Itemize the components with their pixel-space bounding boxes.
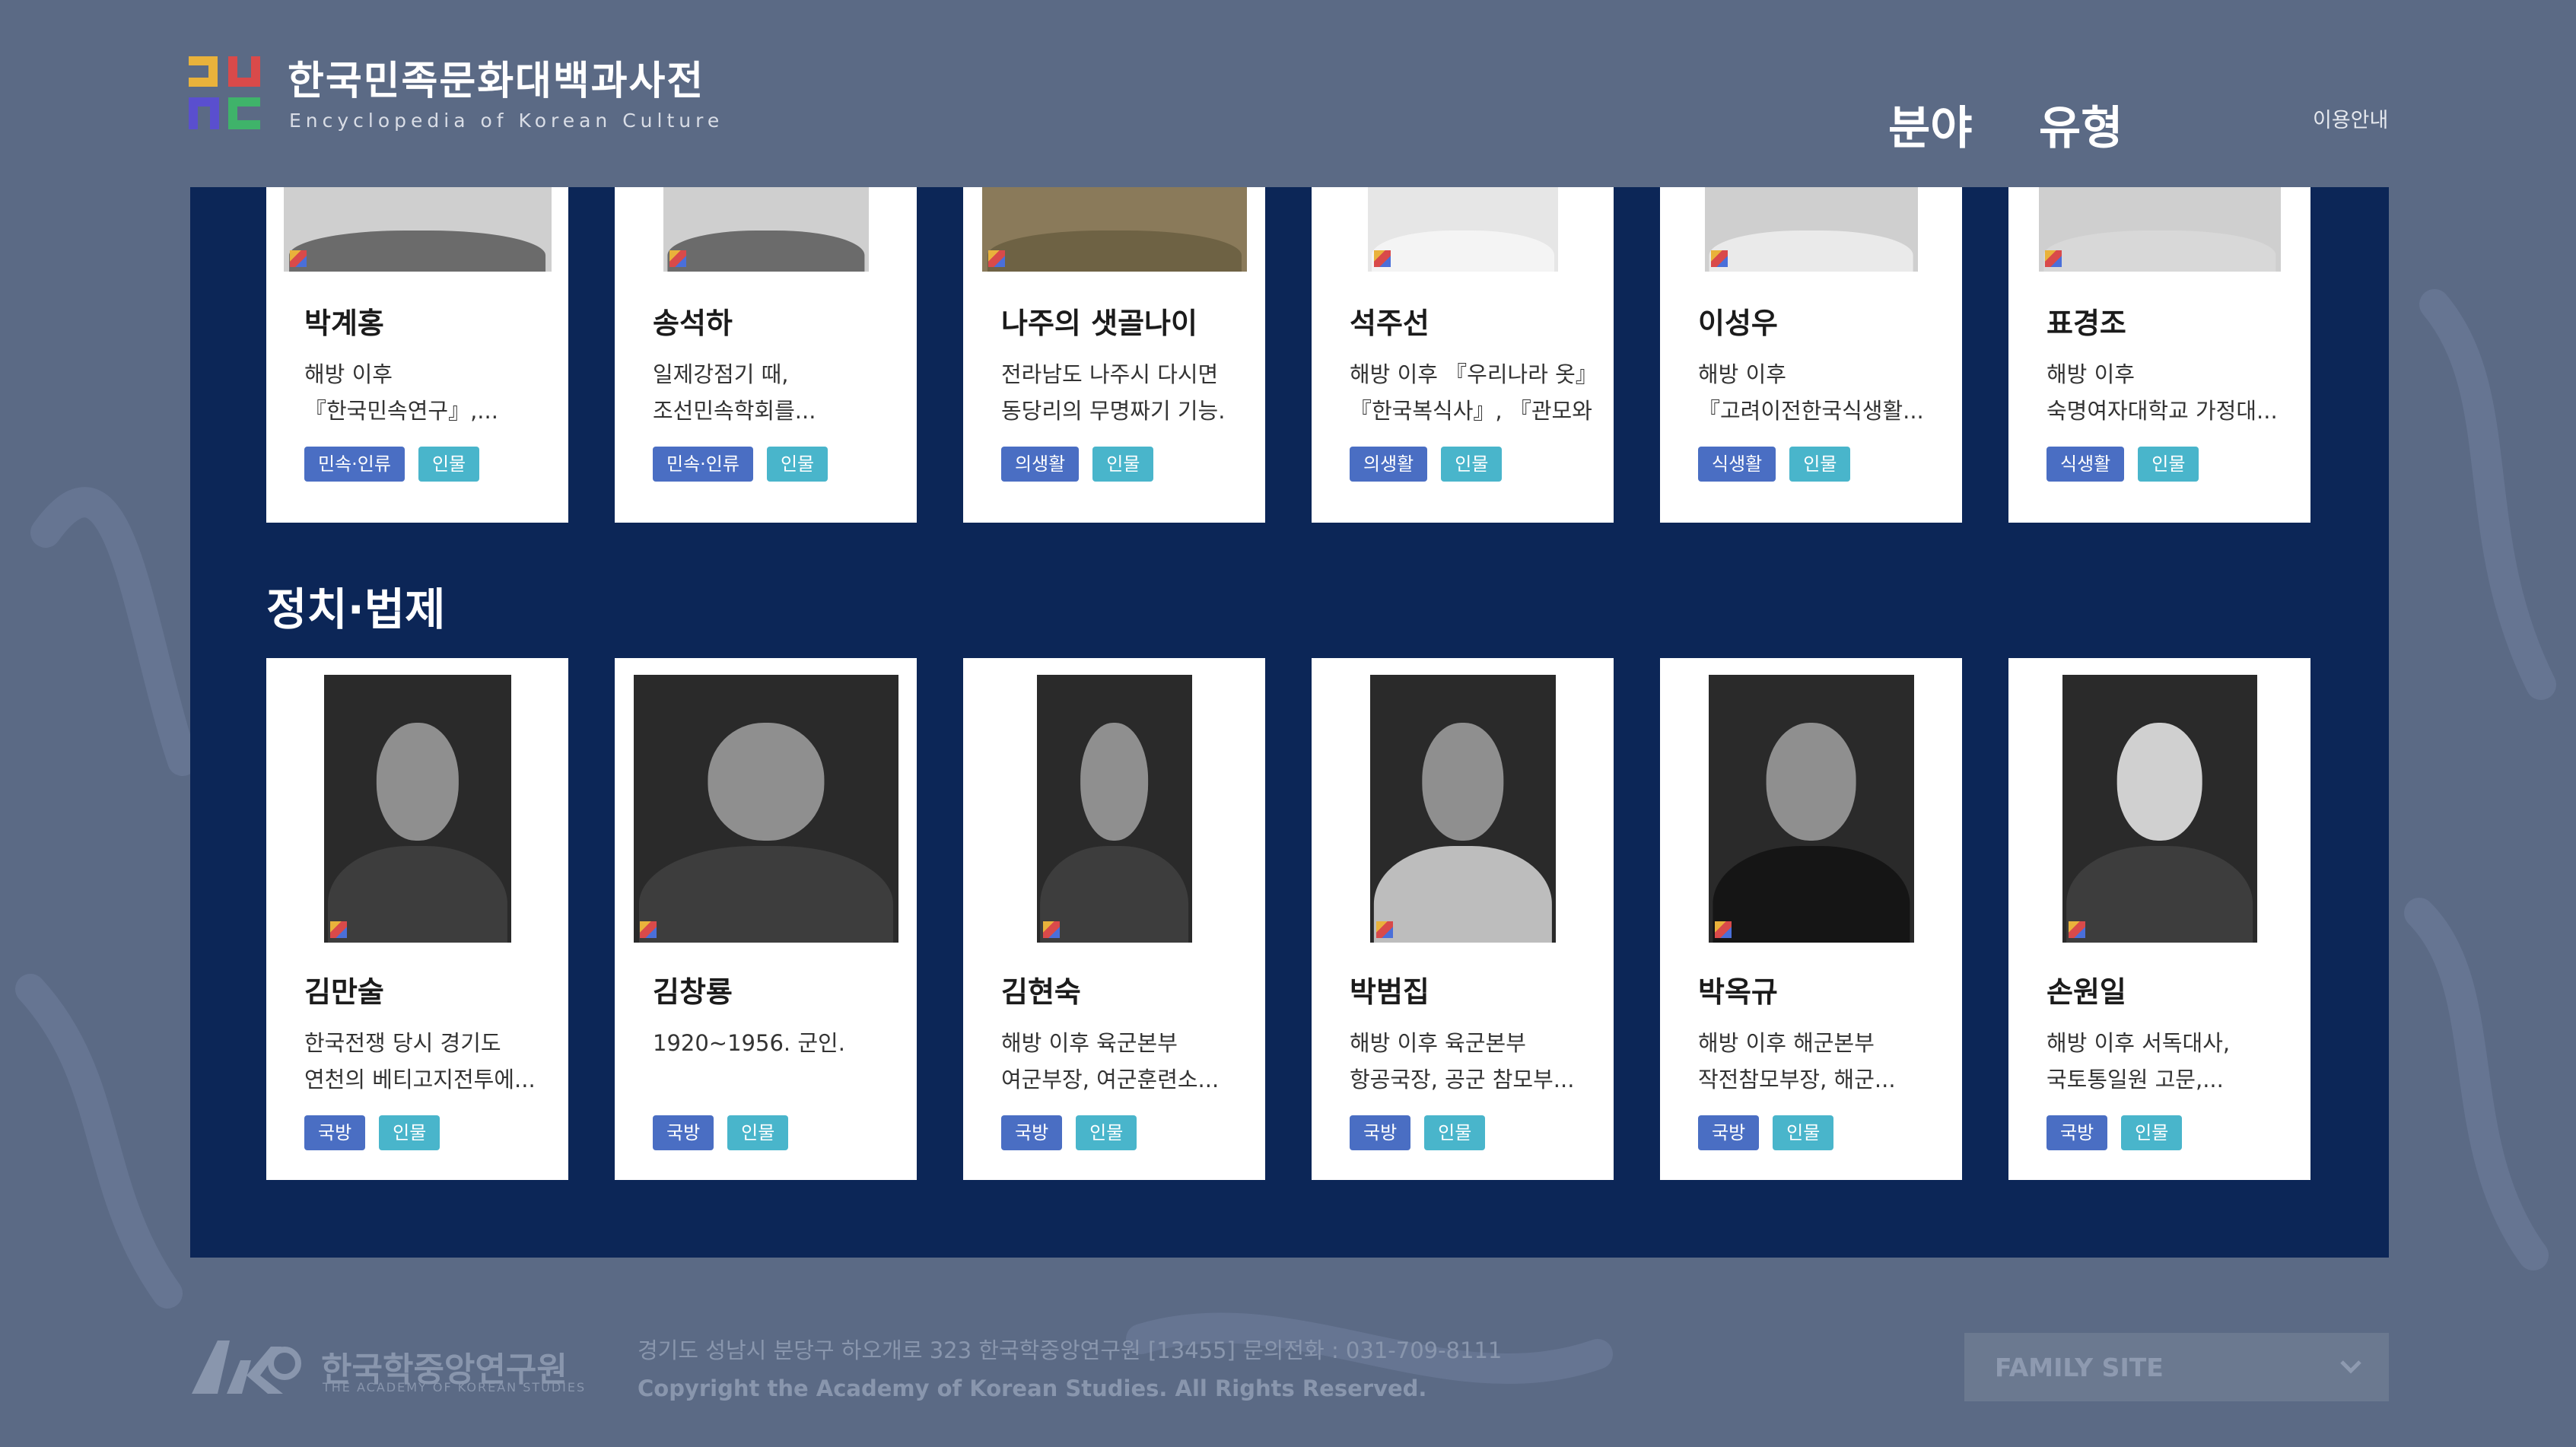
person-photo	[633, 675, 898, 943]
tag-type[interactable]: 인물	[1441, 447, 1503, 482]
site-logo-icon[interactable]	[187, 55, 263, 131]
tag-type[interactable]: 인물	[2121, 1115, 2183, 1150]
card-desc: 해방 이후 『우리나라 옷』, 『한국복식사』, 『관모와...	[1350, 361, 1593, 424]
card-desc: 해방 이후 서독대사, 국토통일원 고문,...	[2046, 1030, 2231, 1092]
site-subtitle: Encyclopedia of Korean Culture	[289, 110, 724, 132]
person-card[interactable]: 박계홍 해방 이후 『한국민속연구』,... 민속·인류 인물	[266, 187, 568, 523]
person-card[interactable]: 나주의 샛골나이 전라남도 나주시 다시면 동당리의 무명짜기 기능. 의생활 인물	[963, 187, 1265, 523]
tag-field[interactable]: 국방	[1350, 1115, 1411, 1150]
card-desc: 1920~1956. 군인.	[653, 1030, 845, 1056]
chevron-down-icon	[2340, 1360, 2361, 1374]
card-name: 송석하	[653, 307, 733, 340]
tag-type[interactable]: 인물	[418, 447, 480, 482]
person-photo	[1704, 187, 1918, 272]
person-card[interactable]: 송석하 일제강점기 때, 조선민속학회를... 민속·인류 인물	[615, 187, 917, 523]
card-name: 석주선	[1350, 307, 1430, 340]
card-desc: 전라남도 나주시 다시면 동당리의 무명짜기 기능.	[1001, 361, 1226, 424]
footer-copyright: Copyright the Academy of Korean Studies.…	[638, 1375, 1427, 1401]
content-panel: 박계홍 해방 이후 『한국민속연구』,... 민속·인류 인물 송석하 일제강점기 …	[190, 187, 2389, 1258]
tag-type[interactable]: 인물	[1424, 1115, 1486, 1150]
tag-type[interactable]: 인물	[1092, 447, 1154, 482]
person-card[interactable]: 석주선 해방 이후 『우리나라 옷』, 『한국복식사』, 『관모와... 의생활 인…	[1312, 187, 1614, 523]
person-photo	[1036, 675, 1192, 943]
tag-field[interactable]: 국방	[1698, 1115, 1760, 1150]
nav-field[interactable]: 분야	[1888, 91, 1972, 157]
card-name: 나주의 샛골나이	[1001, 307, 1197, 340]
card-name: 김만술	[304, 975, 384, 1009]
card-desc: 해방 이후 육군본부 여군부장, 여군훈련소...	[1001, 1030, 1220, 1092]
tag-type[interactable]: 인물	[1773, 1115, 1834, 1150]
nav-help-link[interactable]: 이용안내	[2313, 103, 2388, 133]
card-name: 박범집	[1350, 975, 1430, 1009]
footer-phone: 문의전화 : 031-709-8111	[1243, 1337, 1503, 1363]
tag-field[interactable]: 식생활	[1698, 447, 1776, 482]
card-desc: 해방 이후 육군본부 항공국장, 공군 참모부...	[1350, 1030, 1575, 1092]
card-name: 박옥규	[1698, 975, 1778, 1009]
person-photo	[1708, 675, 1914, 943]
tag-field[interactable]: 의생활	[1350, 447, 1428, 482]
tag-field[interactable]: 민속·인류	[304, 447, 405, 482]
card-desc: 해방 이후 숙명여자대학교 가정대...	[2046, 361, 2278, 424]
card-name: 표경조	[2046, 307, 2126, 340]
site-title[interactable]: 한국민족문화대백과사전	[288, 49, 704, 106]
org-name-en: THE ACADEMY OF KOREAN STUDIES	[323, 1380, 587, 1395]
site-header: 한국민족문화대백과사전 Encyclopedia of Korean Cultu…	[0, 0, 2576, 187]
card-desc: 한국전쟁 당시 경기도 연천의 베티고지전투에...	[304, 1030, 536, 1092]
tag-type[interactable]: 인물	[1789, 447, 1851, 482]
tag-field[interactable]: 국방	[2046, 1115, 2108, 1150]
card-desc: 일제강점기 때, 조선민속학회를...	[653, 361, 816, 424]
family-site-label: FAMILY SITE	[1995, 1353, 2164, 1382]
card-name: 박계홍	[304, 307, 384, 340]
person-photo	[663, 187, 869, 272]
tag-type[interactable]: 인물	[2138, 447, 2199, 482]
card-name: 김창룡	[653, 975, 733, 1009]
section-title: 정치·법제	[266, 584, 446, 635]
tag-field[interactable]: 식생활	[2046, 447, 2125, 482]
person-photo	[283, 187, 552, 272]
card-name: 김현숙	[1001, 975, 1081, 1009]
person-card[interactable]: 김현숙 해방 이후 육군본부 여군부장, 여군훈련소... 국방 인물	[963, 658, 1265, 1180]
card-name: 손원일	[2046, 975, 2126, 1009]
person-card[interactable]: 김창룡 1920~1956. 군인. 국방 인물	[615, 658, 917, 1180]
person-card[interactable]: 박범집 해방 이후 육군본부 항공국장, 공군 참모부... 국방 인물	[1312, 658, 1614, 1180]
tag-type[interactable]: 인물	[1076, 1115, 1137, 1150]
person-card[interactable]: 박옥규 해방 이후 해군본부 작전참모부장, 해군... 국방 인물	[1660, 658, 1962, 1180]
footer-address: 경기도 성남시 분당구 하오개로 323 한국학중앙연구원 [13455]	[638, 1337, 1236, 1363]
card-name: 이성우	[1698, 307, 1778, 340]
person-photo	[981, 187, 1247, 272]
tag-type[interactable]: 인물	[727, 1115, 789, 1150]
card-desc: 해방 이후 『한국민속연구』,...	[304, 361, 498, 424]
person-card[interactable]: 김만술 한국전쟁 당시 경기도 연천의 베티고지전투에... 국방 인물	[266, 658, 568, 1180]
akc-logo-icon	[192, 1340, 301, 1394]
tag-field[interactable]: 국방	[304, 1115, 366, 1150]
person-photo	[323, 675, 511, 943]
tag-field[interactable]: 민속·인류	[653, 447, 753, 482]
person-card[interactable]: 표경조 해방 이후 숙명여자대학교 가정대... 식생활 인물	[2008, 187, 2310, 523]
tag-type[interactable]: 인물	[766, 447, 828, 482]
tag-field[interactable]: 국방	[653, 1115, 714, 1150]
person-card[interactable]: 손원일 해방 이후 서독대사, 국토통일원 고문,... 국방 인물	[2008, 658, 2310, 1180]
family-site-select[interactable]: FAMILY SITE	[1964, 1333, 2389, 1401]
person-photo	[1367, 187, 1558, 272]
card-desc: 해방 이후 해군본부 작전참모부장, 해군...	[1698, 1030, 1896, 1092]
person-card[interactable]: 이성우 해방 이후 『고려이전한국식생활... 식생활 인물	[1660, 187, 1962, 523]
person-photo	[2038, 187, 2281, 272]
tag-field[interactable]: 국방	[1001, 1115, 1063, 1150]
person-photo	[2062, 675, 2257, 943]
nav-type[interactable]: 유형	[2039, 91, 2123, 157]
card-desc: 해방 이후 『고려이전한국식생활...	[1698, 361, 1924, 424]
tag-type[interactable]: 인물	[379, 1115, 440, 1150]
person-photo	[1369, 675, 1556, 943]
tag-field[interactable]: 의생활	[1001, 447, 1080, 482]
